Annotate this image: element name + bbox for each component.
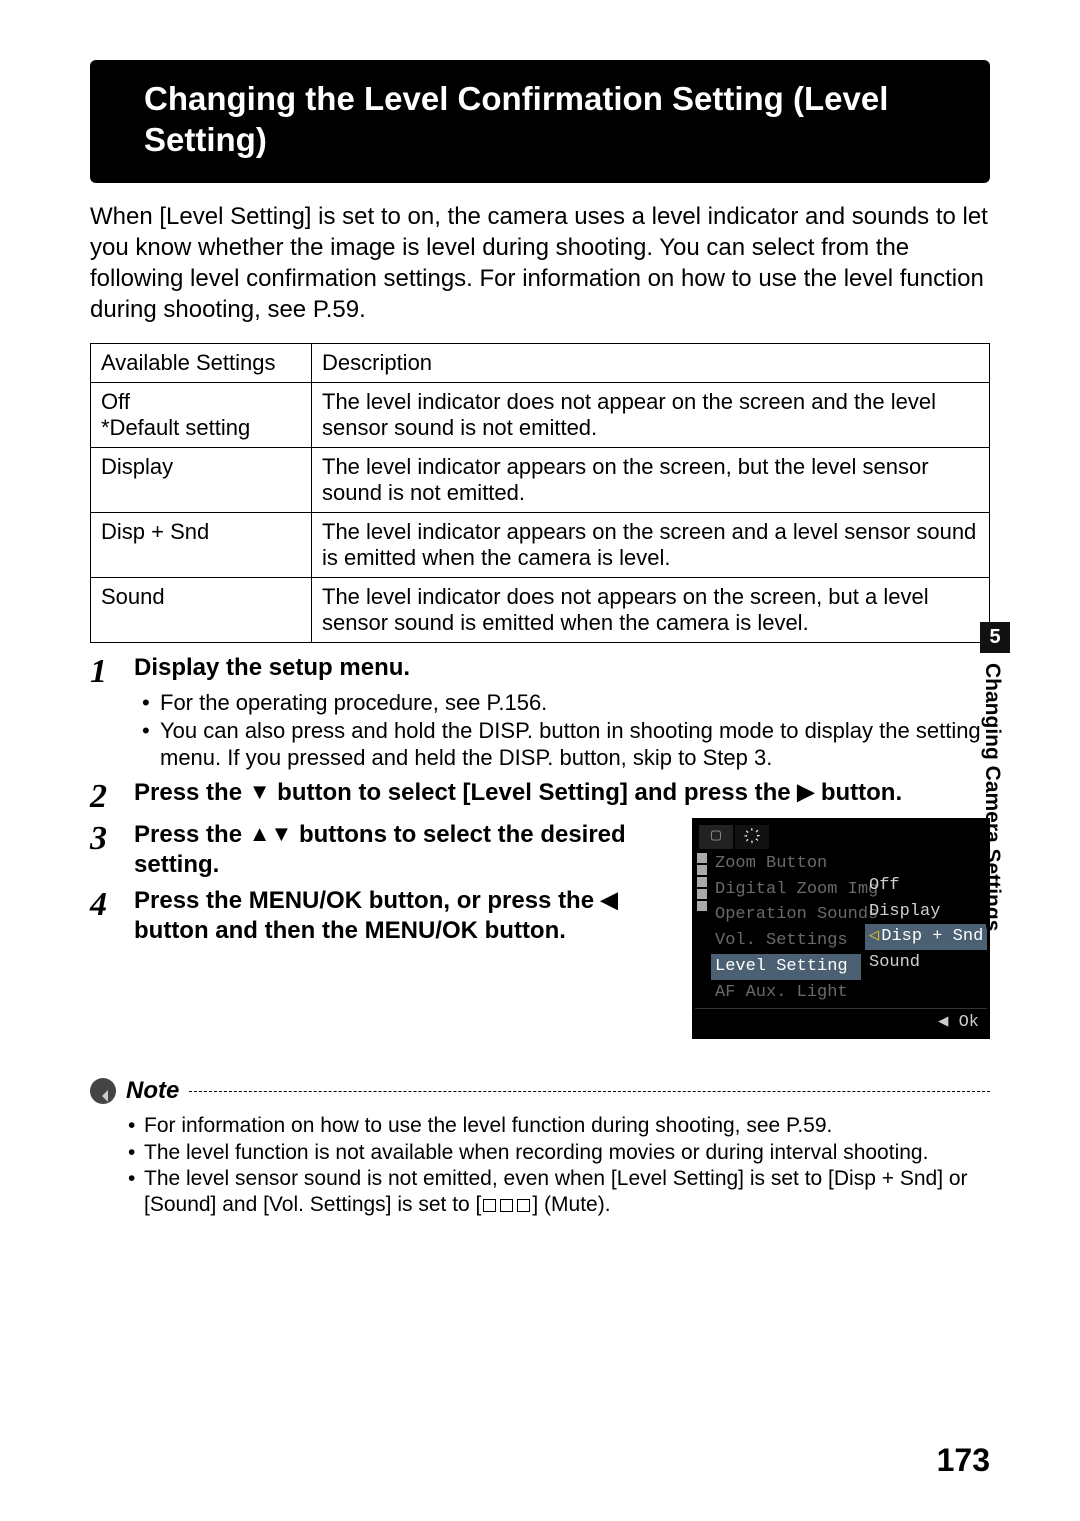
value-list: Off Display ◁Disp + Snd Sound [863,849,991,1008]
step-number-icon: 4 [90,886,134,946]
page-number: 173 [937,1442,990,1479]
selection-cursor-icon: ◁ [869,927,881,946]
note-item: The level sensor sound is not emitted, e… [144,1166,990,1219]
settings-table: Available Settings Description Off *Defa… [90,343,990,643]
step-number-icon: 2 [90,778,134,814]
step-title: Press the ▼ button to select [Level Sett… [134,778,990,808]
note-divider [189,1091,990,1092]
step-2: 2 Press the ▼ button to select [Level Se… [90,778,990,814]
setting-desc: The level indicator does not appears on … [312,578,990,643]
setup-tab-icon: ҉ [735,825,769,849]
menu-item: Digital Zoom Img [711,877,861,903]
scroll-indicator-icon [697,889,707,899]
scroll-indicator-icon [697,877,707,887]
table-row: Sound The level indicator does not appea… [91,578,990,643]
chapter-label: Changing Camera Settings [980,653,1004,931]
menu-item: Operation Sounds [711,902,861,928]
screen-footer: ◀ Ok [695,1008,987,1037]
menu-item: Zoom Button [711,851,861,877]
step-1: 1 Display the setup menu. For the operat… [90,653,990,772]
value-item: Off [865,873,987,899]
note-label: Note [126,1077,179,1105]
down-arrow-icon: ▼ [271,820,293,848]
step-title: Display the setup menu. [134,653,990,683]
scroll-indicator-icon [697,853,707,863]
mute-icon [481,1193,532,1216]
step-4: 4 Press the MENU/OK button, or press the… [90,886,670,946]
value-item: Display [865,899,987,925]
step-bullet: You can also press and hold the DISP. bu… [160,717,990,772]
up-arrow-icon: ▲ [249,820,271,848]
menu-list: Zoom Button Digital Zoom Img Operation S… [709,849,863,1008]
table-row: Display The level indicator appears on t… [91,448,990,513]
setting-name: Sound [91,578,312,643]
right-arrow-icon: ▶ [797,778,814,806]
table-header-description: Description [312,344,990,383]
value-item: Sound [865,950,987,976]
step-title: Press the ▲▼ buttons to select the desir… [134,820,670,880]
down-arrow-icon: ▼ [249,778,271,806]
step-number-icon: 3 [90,820,134,880]
side-tab: 5 Changing Camera Settings [980,622,1010,992]
setting-name: Disp + Snd [91,513,312,578]
camera-menu-screenshot: ▢ ҉ Zoom Button Digital Zoom Img [692,818,990,1040]
note-item: The level function is not available when… [144,1140,990,1166]
chapter-number: 5 [980,622,1010,653]
scroll-indicator-icon [697,865,707,875]
table-row: Off *Default setting The level indicator… [91,383,990,448]
setting-desc: The level indicator appears on the scree… [312,448,990,513]
setting-name: Off [101,389,130,414]
setting-desc: The level indicator does not appear on t… [312,383,990,448]
menu-item-selected: Level Setting [711,954,861,980]
camera-tab-icon: ▢ [699,825,733,849]
note-block: Note For information on how to use the l… [90,1077,990,1218]
step-bullet: For the operating procedure, see P.156. [160,689,990,717]
menu-item: AF Aux. Light [711,980,861,1006]
left-arrow-icon: ◀ [601,886,618,914]
step-3: 3 Press the ▲▼ buttons to select the des… [90,820,670,880]
section-title: Changing the Level Confirmation Setting … [90,60,990,183]
note-icon [90,1078,116,1104]
setting-desc: The level indicator appears on the scree… [312,513,990,578]
value-item-selected: ◁Disp + Snd [865,924,987,950]
intro-paragraph: When [Level Setting] is set to on, the c… [90,201,990,326]
scroll-indicator-icon [697,901,707,911]
table-header-settings: Available Settings [91,344,312,383]
step-number-icon: 1 [90,653,134,772]
menu-item: Vol. Settings [711,928,861,954]
setting-name: Display [91,448,312,513]
setting-note: *Default setting [101,415,250,440]
table-row: Disp + Snd The level indicator appears o… [91,513,990,578]
note-item: For information on how to use the level … [144,1113,990,1139]
step-title: Press the MENU/OK button, or press the ◀… [134,886,670,946]
